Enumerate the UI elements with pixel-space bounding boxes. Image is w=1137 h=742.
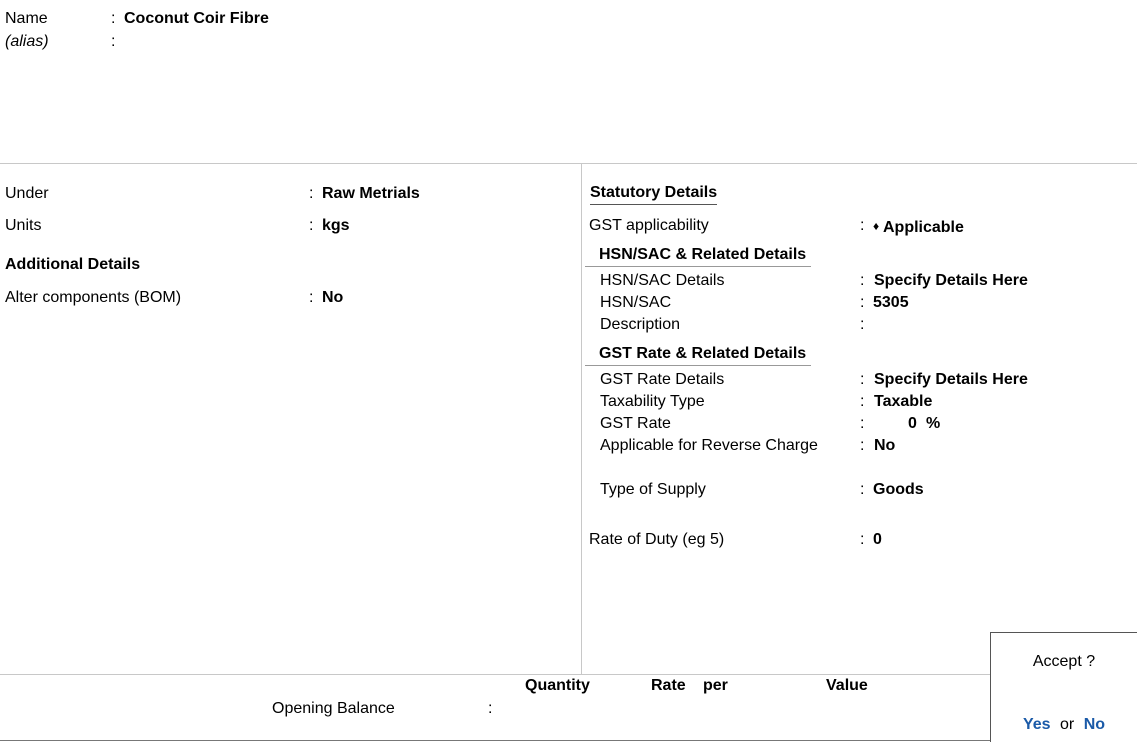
value-header: Value [826, 677, 868, 694]
additional-details-heading: Additional Details [5, 256, 141, 273]
gst-rate-details-label: GST Rate Details [600, 371, 725, 388]
rate-header: Rate [651, 677, 686, 694]
opening-balance-label: Opening Balance [272, 700, 395, 717]
footer-divider [0, 674, 990, 675]
description-colon: : [860, 316, 865, 333]
reverse-charge-field[interactable]: No [874, 436, 895, 456]
rate-of-duty-field[interactable]: 0 [873, 530, 882, 550]
gst-rate-section-heading: GST Rate & Related Details [599, 345, 807, 362]
name-field[interactable]: Coconut Coir Fibre [124, 9, 269, 29]
gst-rate-colon: : [860, 415, 865, 432]
hsn-field[interactable]: 5305 [873, 293, 909, 313]
name-colon: : [111, 10, 116, 27]
bottom-divider [0, 740, 990, 741]
reverse-charge-label: Applicable for Reverse Charge [600, 437, 818, 454]
under-field[interactable]: Raw Metrials [322, 184, 420, 204]
taxability-label: Taxability Type [600, 393, 705, 410]
gst-applicability-value: Applicable [882, 219, 964, 236]
or-text: or [1060, 716, 1075, 733]
description-label: Description [600, 316, 681, 333]
units-label: Units [5, 217, 42, 234]
gst-applicability-colon: : [860, 217, 865, 234]
reverse-charge-colon: : [860, 437, 865, 454]
description-field[interactable] [873, 315, 1073, 335]
opening-balance-colon: : [488, 700, 493, 717]
units-field[interactable]: kgs [322, 216, 350, 236]
gst-rate-details-field[interactable]: Specify Details Here [874, 370, 1028, 390]
column-divider [581, 163, 582, 674]
yes-button[interactable]: Yes [1023, 716, 1051, 733]
per-header: per [703, 677, 728, 694]
supply-type-colon: : [860, 481, 865, 498]
hsn-details-label: HSN/SAC Details [600, 272, 725, 289]
gst-rate-label: GST Rate [600, 415, 671, 432]
under-label: Under [5, 185, 49, 202]
rate-of-duty-label: Rate of Duty (eg 5) [589, 531, 725, 548]
hsn-label: HSN/SAC [600, 294, 672, 311]
under-colon: : [309, 185, 314, 202]
gst-rate-field[interactable]: 0 [908, 414, 917, 434]
supply-type-label: Type of Supply [600, 481, 706, 498]
bom-field[interactable]: No [322, 288, 343, 308]
bom-label: Alter components (BOM) [5, 289, 182, 306]
header-divider [0, 163, 1137, 164]
alias-colon: : [111, 33, 116, 50]
gst-applicability-label: GST applicability [589, 217, 709, 234]
gst-rate-section-underline [585, 365, 811, 366]
taxability-field[interactable]: Taxable [874, 392, 932, 412]
statutory-details-heading: Statutory Details [590, 183, 718, 205]
supply-type-field[interactable]: Goods [873, 480, 924, 500]
hsn-details-field[interactable]: Specify Details Here [874, 271, 1028, 291]
accept-options: Yes or No [991, 715, 1137, 735]
taxability-colon: : [860, 393, 865, 410]
gst-rate-details-colon: : [860, 371, 865, 388]
hsn-section-heading: HSN/SAC & Related Details [599, 246, 807, 263]
gst-applicability-field[interactable]: ♦ Applicable [873, 216, 964, 238]
alias-label: (alias) [5, 33, 49, 50]
accept-title: Accept ? [1032, 653, 1096, 670]
bom-colon: : [309, 289, 314, 306]
gst-rate-unit: % [926, 415, 941, 432]
hsn-colon: : [860, 294, 865, 311]
alias-field[interactable] [124, 32, 324, 52]
quantity-header: Quantity [525, 677, 590, 694]
name-label: Name [5, 10, 48, 27]
diamond-icon: ♦ [873, 219, 880, 233]
rate-of-duty-colon: : [860, 531, 865, 548]
units-colon: : [309, 217, 314, 234]
accept-dialog: Accept ? Yes or No [990, 632, 1137, 742]
hsn-section-underline [585, 266, 811, 267]
no-button[interactable]: No [1084, 716, 1105, 733]
hsn-details-colon: : [860, 272, 865, 289]
opening-balance-field[interactable] [500, 699, 980, 719]
